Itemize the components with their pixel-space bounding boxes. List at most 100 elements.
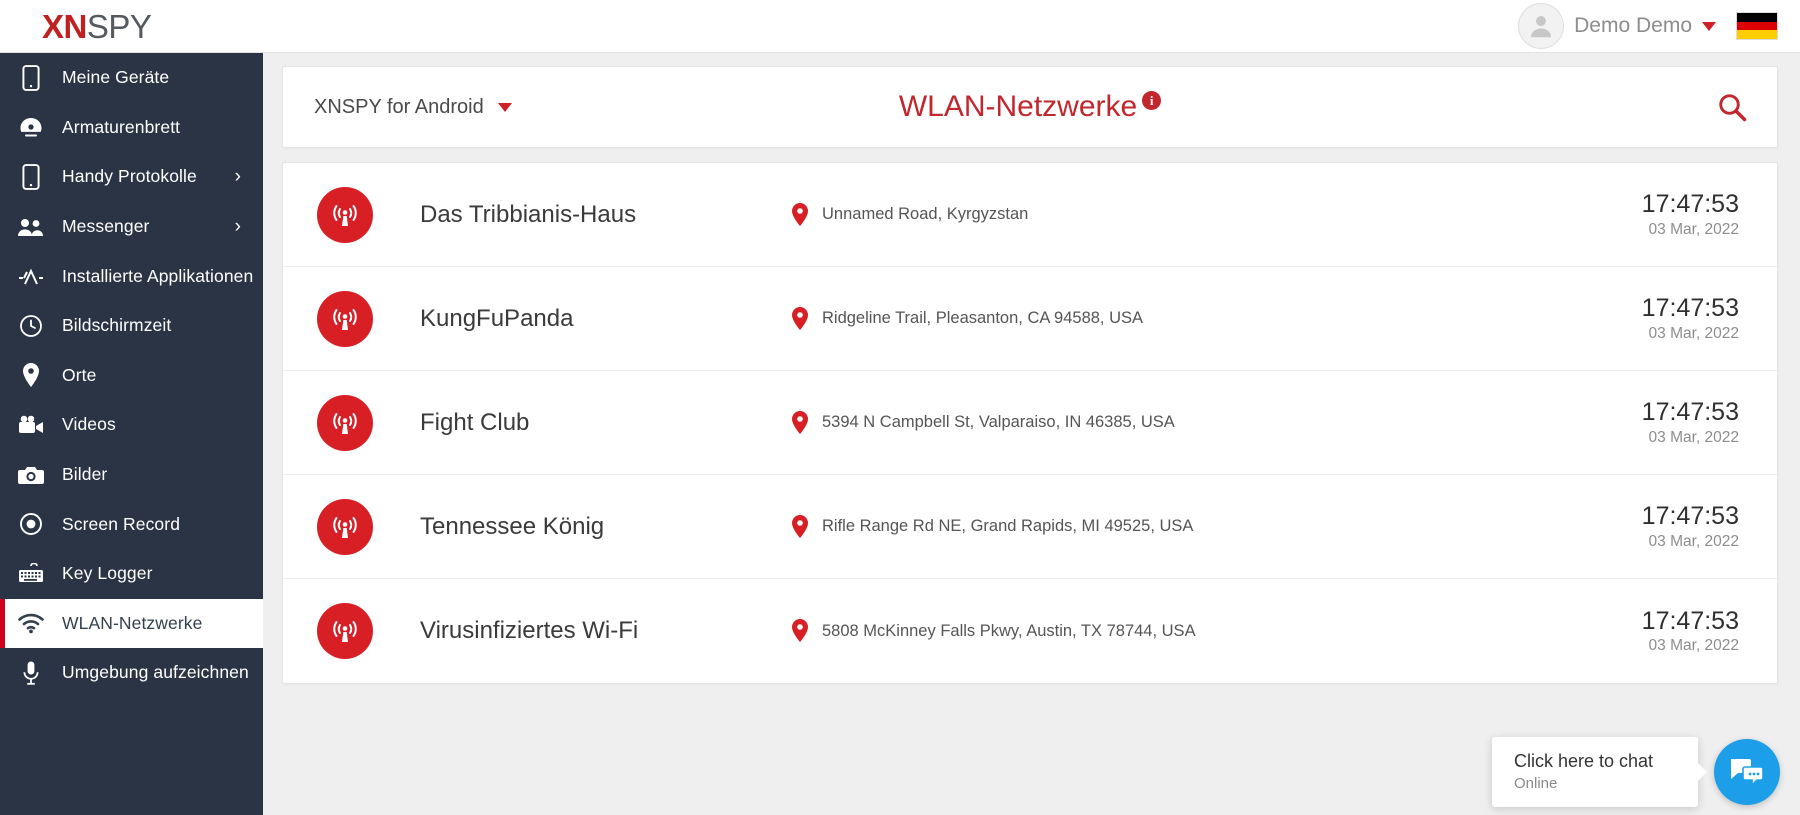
network-address: Rifle Range Rd NE, Grand Rapids, MI 4952…	[822, 517, 1194, 535]
search-button[interactable]	[1717, 92, 1747, 122]
map-pin-icon	[792, 202, 808, 226]
wifi-network-list: Das Tribbianis-Haus Unnamed Road, Kyrgyz…	[282, 162, 1778, 684]
network-address: Ridgeline Trail, Pleasanton, CA 94588, U…	[822, 309, 1144, 327]
chevron-right-icon[interactable]: ›	[235, 167, 241, 186]
timestamp-time: 17:47:53	[1641, 398, 1739, 427]
sidebar-item-videos[interactable]: Videos	[0, 400, 263, 450]
brand-logo[interactable]: XNSPY	[42, 7, 152, 45]
flag-stripe-red	[1737, 21, 1777, 31]
search-icon	[1719, 94, 1747, 122]
sidebar-item-label: Screen Record	[62, 513, 181, 534]
network-timestamp: 17:47:53 03 Mar, 2022	[1569, 398, 1739, 447]
chevron-right-icon[interactable]: ›	[235, 217, 241, 236]
sidebar-item-bilder[interactable]: Bilder	[0, 450, 263, 500]
network-location: Rifle Range Rd NE, Grand Rapids, MI 4952…	[790, 514, 1569, 540]
sidebar-item-screen-record[interactable]: Screen Record	[0, 499, 263, 549]
timestamp-time: 17:47:53	[1641, 502, 1739, 531]
caret-down-icon[interactable]	[1702, 21, 1716, 31]
map-pin-icon	[792, 306, 808, 330]
sidebar-item-label: WLAN-Netzwerke	[62, 612, 203, 633]
sidebar-item-key-logger[interactable]: Key Logger	[0, 549, 263, 599]
map-pin-icon	[792, 619, 808, 642]
sidebar-item-orte[interactable]: Orte	[0, 351, 263, 401]
microphone-icon	[0, 660, 62, 686]
wifi-broadcast-icon	[317, 498, 373, 555]
german-flag-icon[interactable]	[1736, 12, 1778, 40]
sidebar-item-label: Handy Protokolle	[62, 166, 197, 187]
timestamp-date: 03 Mar, 2022	[1648, 532, 1739, 550]
sidebar-item-label: Orte	[62, 364, 97, 385]
smartphone-icon	[0, 64, 62, 91]
video-camera-icon	[0, 414, 62, 436]
flag-stripe-black	[1737, 13, 1777, 22]
chat-tooltip-status: Online	[1514, 775, 1558, 792]
dashboard-icon	[0, 115, 62, 139]
device-selector[interactable]: XNSPY for Android	[314, 96, 512, 119]
table-row[interactable]: KungFuPanda Ridgeline Trail, Pleasanton,…	[283, 267, 1777, 371]
network-timestamp: 17:47:53 03 Mar, 2022	[1569, 607, 1739, 656]
page-title-text: WLAN-Netzwerke	[898, 90, 1138, 123]
sidebar-item-label: Videos	[62, 414, 116, 435]
info-icon[interactable]: i	[1142, 91, 1162, 110]
appstore-icon	[0, 266, 62, 286]
sidebar-item-umgebung-aufzeichnen[interactable]: Umgebung aufzeichnen	[0, 648, 263, 698]
network-address: Unnamed Road, Kyrgyzstan	[822, 205, 1029, 223]
network-timestamp: 17:47:53 03 Mar, 2022	[1569, 190, 1739, 239]
sidebar-item-bildschirmzeit[interactable]: Bildschirmzeit	[0, 301, 263, 351]
network-timestamp: 17:47:53 03 Mar, 2022	[1569, 502, 1739, 551]
network-name: Das Tribbianis-Haus	[420, 200, 637, 228]
sidebar-item-armaturenbrett[interactable]: Armaturenbrett	[0, 103, 263, 153]
wifi-icon	[0, 612, 62, 634]
chat-tooltip[interactable]: Click here to chat Online	[1492, 737, 1707, 807]
logo-xn: XN	[42, 7, 87, 45]
sidebar-item-label: Bildschirmzeit	[62, 315, 172, 336]
wifi-broadcast-icon	[317, 290, 373, 347]
people-icon	[0, 216, 62, 238]
network-timestamp: 17:47:53 03 Mar, 2022	[1569, 294, 1739, 343]
network-location: Ridgeline Trail, Pleasanton, CA 94588, U…	[790, 306, 1569, 332]
timestamp-time: 17:47:53	[1641, 190, 1739, 219]
caret-down-icon[interactable]	[497, 102, 512, 112]
sidebar: Meine Geräte Armaturenbrett Handy Protok…	[0, 53, 263, 815]
timestamp-date: 03 Mar, 2022	[1648, 637, 1739, 655]
network-address: 5394 N Campbell St, Valparaiso, IN 46385…	[822, 413, 1175, 431]
keyboard-icon	[0, 562, 62, 585]
table-row[interactable]: Virusinfiziertes Wi-Fi 5808 McKinney Fal…	[283, 579, 1777, 683]
sidebar-item-messenger[interactable]: Messenger ›	[0, 202, 263, 252]
sidebar-item-meine-geraete[interactable]: Meine Geräte	[0, 53, 263, 103]
user-menu[interactable]: Demo Demo	[1518, 3, 1716, 49]
timestamp-time: 17:47:53	[1641, 294, 1739, 323]
top-bar: XNSPY Demo Demo	[0, 0, 1800, 53]
user-name: Demo Demo	[1574, 14, 1692, 37]
sidebar-item-handy-protokolle[interactable]: Handy Protokolle ›	[0, 152, 263, 202]
record-icon	[0, 512, 62, 536]
timestamp-date: 03 Mar, 2022	[1648, 428, 1739, 446]
chat-launcher-button[interactable]	[1714, 739, 1780, 805]
avatar	[1518, 3, 1565, 49]
network-location: 5394 N Campbell St, Valparaiso, IN 46385…	[790, 410, 1569, 436]
main-content: XNSPY for Android WLAN-Netzwerke i Das Tr…	[263, 53, 1800, 815]
sidebar-item-label: Key Logger	[62, 563, 153, 584]
network-location: Unnamed Road, Kyrgyzstan	[790, 202, 1569, 228]
network-name: Virusinfiziertes Wi-Fi	[420, 617, 639, 644]
chat-widget: Click here to chat Online	[1492, 737, 1780, 807]
sidebar-item-label: Bilder	[62, 464, 108, 485]
wifi-broadcast-icon	[317, 394, 373, 451]
map-pin-icon	[792, 410, 808, 434]
table-row[interactable]: Das Tribbianis-Haus Unnamed Road, Kyrgyz…	[283, 163, 1777, 267]
table-row[interactable]: Tennessee König Rifle Range Rd NE, Grand…	[283, 475, 1777, 579]
camera-icon	[0, 464, 62, 486]
device-selector-label: XNSPY for Android	[314, 95, 484, 118]
wifi-broadcast-icon	[317, 186, 373, 243]
sidebar-item-wlan-netzwerke[interactable]: WLAN-Netzwerke	[0, 598, 263, 649]
table-row[interactable]: Fight Club 5394 N Campbell St, Valparais…	[283, 371, 1777, 475]
clock-icon	[0, 314, 62, 338]
network-name: Tennessee König	[420, 512, 605, 540]
smartphone-icon	[0, 164, 62, 190]
sidebar-item-installierte-applikationen[interactable]: Installierte Applikationen	[0, 251, 263, 301]
timestamp-time: 17:47:53	[1641, 606, 1739, 635]
wifi-broadcast-icon	[317, 603, 373, 659]
top-bar-right: Demo Demo	[1518, 3, 1778, 49]
sidebar-item-label: Meine Geräte	[62, 67, 170, 88]
timestamp-date: 03 Mar, 2022	[1648, 324, 1739, 342]
